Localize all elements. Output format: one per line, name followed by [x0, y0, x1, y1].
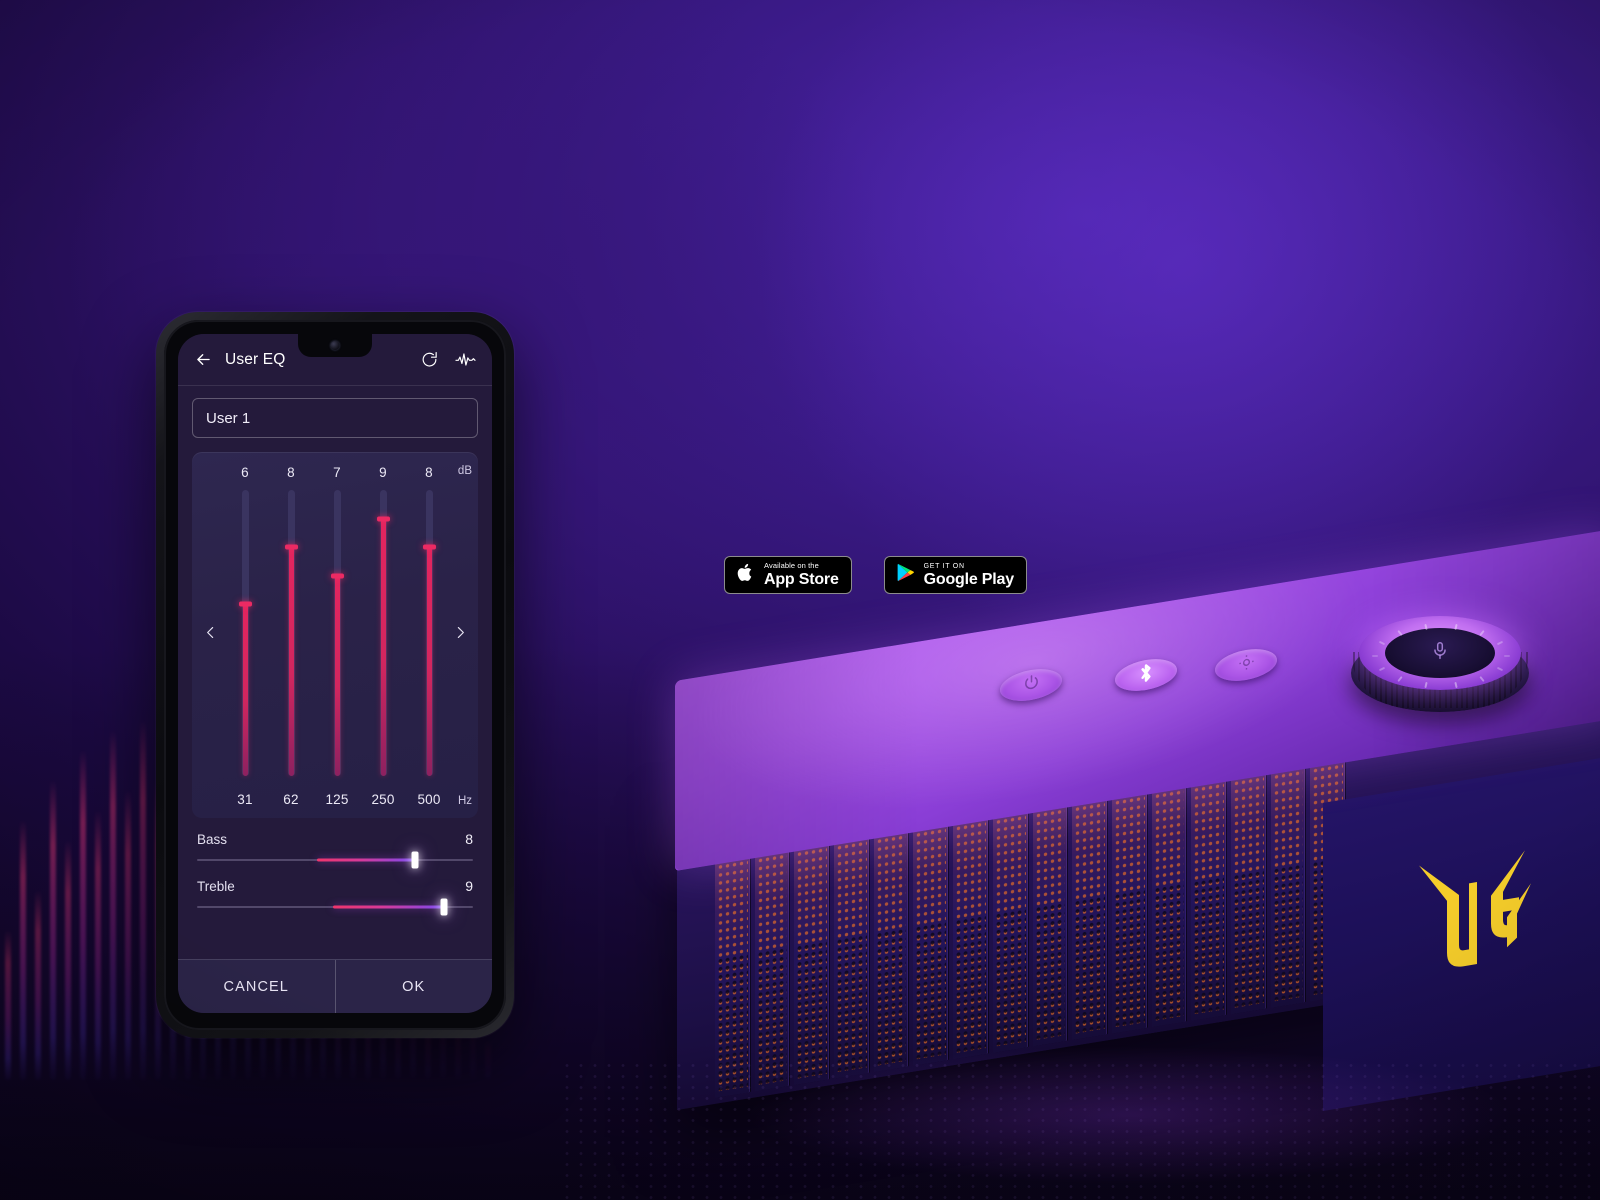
phone-notch: [298, 334, 372, 357]
vignette-overlay: [0, 0, 1600, 1200]
refresh-icon[interactable]: [420, 350, 439, 369]
arrow-left-icon[interactable]: [194, 350, 213, 369]
screenshot-stage: Available on the App Store GET IT ON Goo…: [0, 0, 1600, 1200]
page-title: User EQ: [225, 350, 286, 368]
waveform-icon[interactable]: [455, 350, 476, 369]
